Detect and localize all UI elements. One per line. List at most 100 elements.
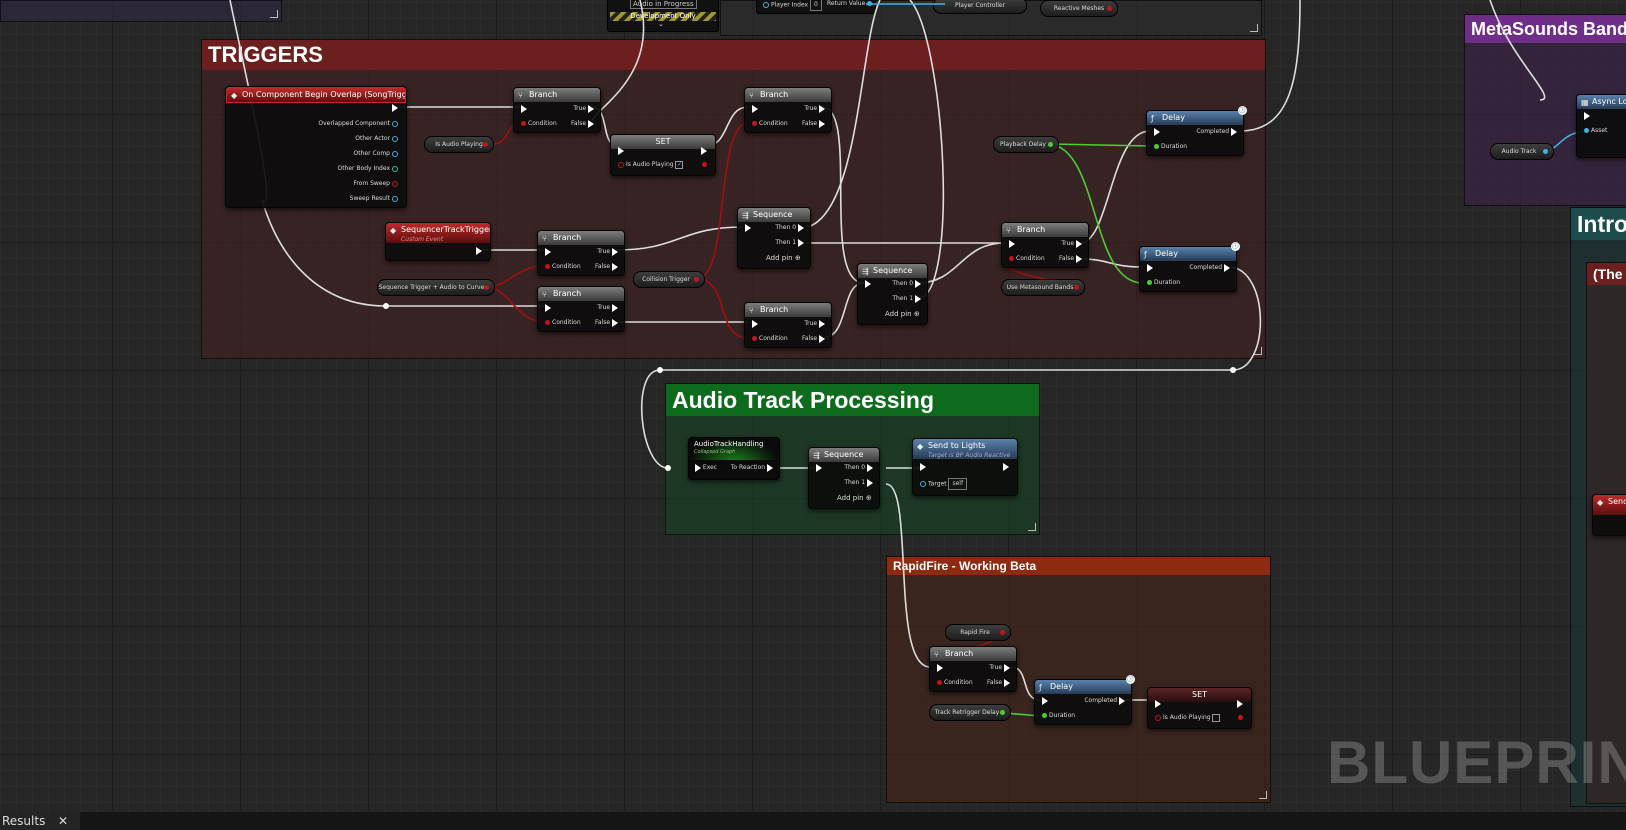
branch-node[interactable]: ⑂ Branch True Condition False xyxy=(929,646,1017,692)
float-pin-icon[interactable] xyxy=(1000,710,1005,715)
bool-pin-icon[interactable] xyxy=(1155,714,1161,721)
delay-node[interactable]: ƒ Delay 🕒 Completed Duration xyxy=(1139,242,1240,292)
use-metasound-bands-var[interactable]: Use Metasound Bands xyxy=(1001,279,1085,296)
bool-pin-icon[interactable] xyxy=(1238,715,1243,720)
exec-in-pin[interactable] xyxy=(618,146,624,155)
exec-in-pin[interactable] xyxy=(920,462,926,471)
exec-out-pin[interactable] xyxy=(867,463,873,472)
target-self-field[interactable]: self xyxy=(948,478,968,490)
add-pin-button[interactable]: Add pin xyxy=(766,254,793,262)
add-pin-icon[interactable]: ⊕ xyxy=(914,310,920,318)
bool-pin-icon[interactable] xyxy=(937,680,942,685)
exec-out-pin[interactable] xyxy=(612,303,618,312)
exec-out-pin[interactable] xyxy=(1119,696,1125,705)
add-pin-button[interactable]: Add pin xyxy=(885,310,912,318)
object-pin-icon[interactable] xyxy=(392,120,398,127)
exec-in-pin[interactable] xyxy=(1147,263,1153,272)
exec-in-pin[interactable] xyxy=(1584,111,1590,120)
float-pin-icon[interactable] xyxy=(1147,280,1152,285)
exec-out-pin[interactable] xyxy=(819,119,825,128)
close-icon[interactable]: ✕ xyxy=(58,812,68,830)
send-partial-node[interactable]: ◆ SendT xyxy=(1592,494,1626,536)
bool-pin-icon[interactable] xyxy=(752,336,757,341)
exec-out-pin[interactable] xyxy=(798,238,804,247)
sequence-node[interactable]: ⇶ Sequence Then 0 Then 1 Add pin ⊕ xyxy=(857,263,928,325)
exec-out-pin[interactable] xyxy=(767,463,773,472)
exec-out-pin[interactable] xyxy=(915,294,921,303)
branch-node[interactable]: ⑂ Branch True Condition False xyxy=(537,230,625,276)
is-audio-playing-var[interactable]: Is Audio Playing xyxy=(424,136,494,153)
branch-node[interactable]: ⑂ Branch True Condition False xyxy=(1001,222,1089,268)
bool-pin-icon[interactable] xyxy=(484,285,489,290)
exec-out-pin[interactable] xyxy=(819,334,825,343)
send-to-lights-node[interactable]: ◆ Send to Lights Target is BP Audio Reacti… xyxy=(912,438,1018,496)
exec-in-pin[interactable] xyxy=(816,463,822,472)
exec-out-pin[interactable] xyxy=(1224,263,1230,272)
exec-in-pin[interactable] xyxy=(695,463,701,472)
int-pin-icon[interactable] xyxy=(392,165,398,172)
exec-out-pin[interactable] xyxy=(798,223,804,232)
object-pin-icon[interactable] xyxy=(1584,128,1589,133)
bool-pin-icon[interactable] xyxy=(694,277,699,282)
exec-out-pin[interactable] xyxy=(1004,678,1010,687)
audio-track-handling-node[interactable]: AudioTrackHandling Collapsed Graph Exec … xyxy=(688,437,780,480)
exec-in-pin[interactable] xyxy=(545,247,551,256)
exec-in-pin[interactable] xyxy=(1155,699,1161,708)
exec-out-pin[interactable] xyxy=(819,319,825,328)
bool-pin-icon[interactable] xyxy=(752,121,757,126)
exec-in-pin[interactable] xyxy=(937,663,943,672)
add-pin-button[interactable]: Add pin xyxy=(837,494,864,502)
branch-node[interactable]: ⑂ Branch True Condition False xyxy=(744,87,832,133)
delay-node[interactable]: ƒ Delay 🕒 Completed Duration xyxy=(1146,106,1247,156)
set-node[interactable]: SET Is Audio Playing xyxy=(1147,687,1252,729)
playback-delay-var[interactable]: Playback Delay xyxy=(993,136,1059,153)
checkbox-unchecked[interactable] xyxy=(1212,713,1221,722)
object-pin-icon[interactable] xyxy=(920,481,926,487)
exec-out-pin[interactable] xyxy=(588,104,594,113)
bool-pin-icon[interactable] xyxy=(392,180,398,187)
collision-trigger-var[interactable]: Collision Trigger xyxy=(633,271,705,288)
async-load-node[interactable]: ▦Async Load Asset xyxy=(1576,94,1626,158)
sequence-node[interactable]: ⇶ Sequence Then 0 Then 1 Add pin ⊕ xyxy=(808,447,880,509)
sequencer-event-node[interactable]: ◆ SequencerTrackTrigger Custom Event xyxy=(385,222,491,261)
exec-out-pin[interactable] xyxy=(476,246,482,255)
sequence-node[interactable]: ⇶ Sequence Then 0 Then 1 Add pin ⊕ xyxy=(737,207,811,269)
exec-out-pin[interactable] xyxy=(588,119,594,128)
exec-out-pin[interactable] xyxy=(1076,239,1082,248)
struct-pin-icon[interactable] xyxy=(392,195,398,202)
set-node[interactable]: SET Is Audio Playing ✓ xyxy=(610,134,716,176)
exec-out-pin[interactable] xyxy=(1237,699,1243,708)
results-tab[interactable]: Results ✕ xyxy=(0,812,80,830)
exec-out-pin[interactable] xyxy=(612,318,618,327)
add-pin-icon[interactable]: ⊕ xyxy=(795,254,801,262)
float-pin-icon[interactable] xyxy=(1042,713,1047,718)
exec-in-pin[interactable] xyxy=(752,319,758,328)
bool-pin-icon[interactable] xyxy=(618,161,624,168)
object-pin-icon[interactable] xyxy=(392,135,398,142)
float-pin-icon[interactable] xyxy=(1048,142,1053,147)
bool-pin-icon[interactable] xyxy=(1000,630,1005,635)
audio-track-var[interactable]: Audio Track xyxy=(1490,143,1554,160)
add-pin-icon[interactable]: ⊕ xyxy=(866,494,872,502)
exec-in-pin[interactable] xyxy=(521,104,527,113)
object-pin-icon[interactable] xyxy=(392,150,398,157)
exec-in-pin[interactable] xyxy=(865,279,871,288)
exec-out-pin[interactable] xyxy=(1231,127,1237,136)
exec-out-pin[interactable] xyxy=(392,103,398,112)
sequence-trigger-var[interactable]: Sequence Trigger + Audio to Curves xyxy=(377,279,495,296)
exec-in-pin[interactable] xyxy=(745,223,751,232)
object-pin-icon[interactable] xyxy=(1543,149,1548,154)
float-pin-icon[interactable] xyxy=(1154,144,1159,149)
exec-in-pin[interactable] xyxy=(1154,127,1160,136)
exec-out-pin[interactable] xyxy=(1076,254,1082,263)
exec-in-pin[interactable] xyxy=(752,104,758,113)
bool-pin-icon[interactable] xyxy=(1009,256,1014,261)
exec-out-pin[interactable] xyxy=(819,104,825,113)
bool-pin-icon[interactable] xyxy=(545,320,550,325)
branch-node[interactable]: ⑂ Branch True Condition False xyxy=(537,286,625,332)
exec-out-pin[interactable] xyxy=(1003,462,1009,471)
exec-out-pin[interactable] xyxy=(867,478,873,487)
bool-pin-icon[interactable] xyxy=(483,142,488,147)
exec-out-pin[interactable] xyxy=(612,247,618,256)
exec-in-pin[interactable] xyxy=(545,303,551,312)
